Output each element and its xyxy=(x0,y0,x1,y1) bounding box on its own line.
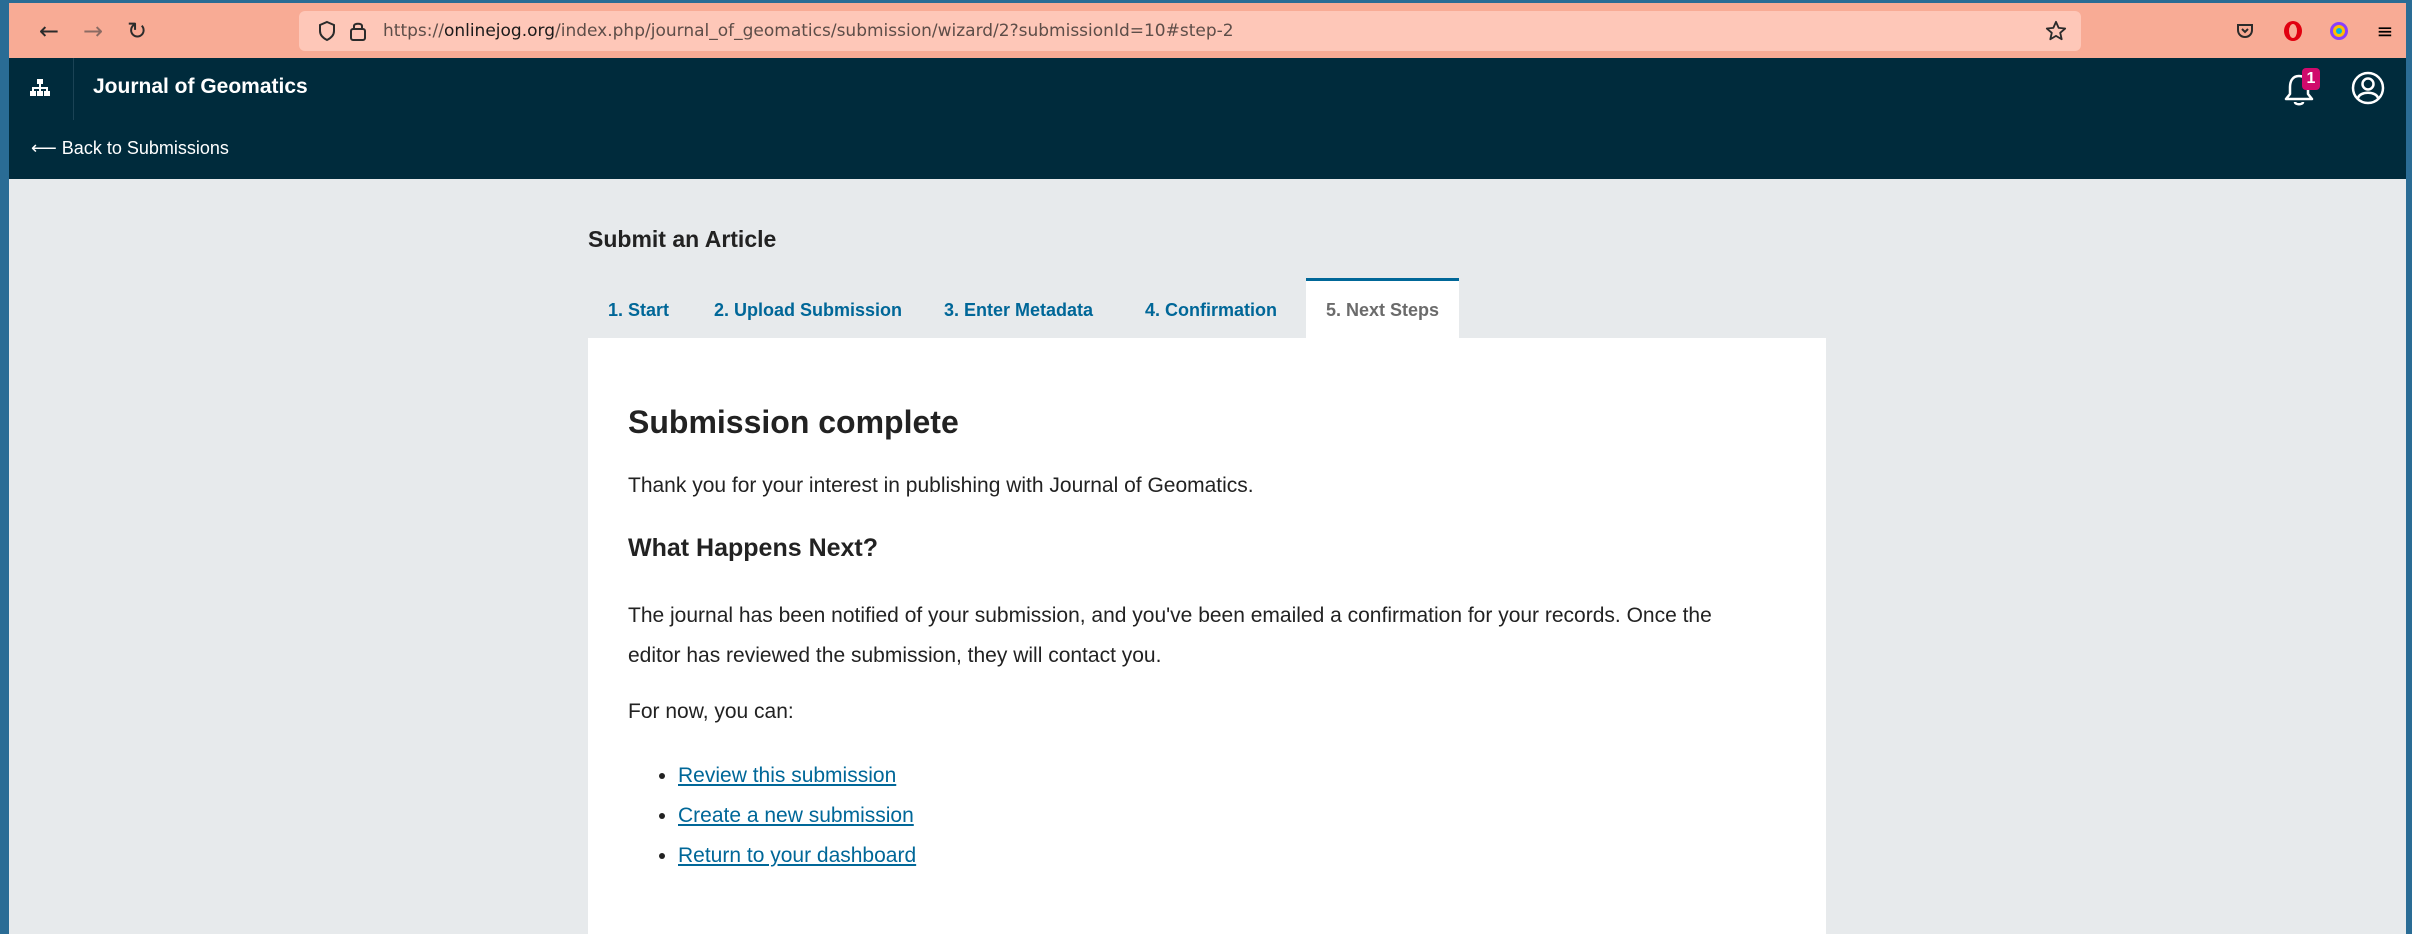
journal-title[interactable]: Journal of Geomatics xyxy=(93,75,308,99)
shield-icon[interactable] xyxy=(317,11,337,51)
browser-toolbar: ← → ↻ https://onlinejog.org/index.php/jo… xyxy=(9,0,2406,58)
user-icon xyxy=(2351,71,2385,105)
page-title: Submit an Article xyxy=(588,226,777,252)
forward-arrow-icon[interactable]: → xyxy=(75,13,111,49)
tab-upload-submission[interactable]: 2. Upload Submission xyxy=(694,278,922,338)
notified-line-2: editor has reviewed the submission, they… xyxy=(628,644,1162,667)
url-prefix: https:// xyxy=(383,21,444,41)
back-to-submissions-link[interactable]: ⟵ Back to Submissions xyxy=(31,138,229,159)
tab-next-steps[interactable]: 5. Next Steps xyxy=(1306,278,1460,338)
what-happens-next-heading: What Happens Next? xyxy=(628,534,879,562)
pocket-icon[interactable] xyxy=(2229,13,2261,49)
url-text[interactable]: https://onlinejog.org/index.php/journal_… xyxy=(383,11,1234,51)
color-icon[interactable] xyxy=(2323,13,2355,49)
for-now-text: For now, you can: xyxy=(628,700,794,723)
user-profile-button[interactable] xyxy=(2350,70,2390,110)
reload-icon[interactable]: ↻ xyxy=(119,13,155,49)
next-steps-list: Review this submission Create a new subm… xyxy=(628,756,916,876)
list-item: Review this submission xyxy=(678,756,916,796)
sitemap-icon[interactable] xyxy=(9,58,74,120)
notified-text: The journal has been notified of your su… xyxy=(628,596,1778,676)
menu-icon[interactable]: ≡ xyxy=(2369,13,2401,49)
list-item: Return to your dashboard xyxy=(678,836,916,876)
create-new-submission-link[interactable]: Create a new submission xyxy=(678,804,914,827)
address-bar[interactable]: https://onlinejog.org/index.php/journal_… xyxy=(299,11,2081,51)
tab-start[interactable]: 1. Start xyxy=(588,278,689,338)
thank-you-text: Thank you for your interest in publishin… xyxy=(628,474,1254,497)
submission-complete-heading: Submission complete xyxy=(628,404,959,440)
list-item: Create a new submission xyxy=(678,796,916,836)
tab-confirmation[interactable]: 4. Confirmation xyxy=(1125,278,1297,338)
opera-icon[interactable] xyxy=(2277,13,2309,49)
url-domain: onlinejog.org xyxy=(443,21,555,41)
notification-count-badge: 1 xyxy=(2302,68,2320,90)
lock-icon[interactable] xyxy=(349,11,367,51)
tab-enter-metadata[interactable]: 3. Enter Metadata xyxy=(924,278,1113,338)
return-to-dashboard-link[interactable]: Return to your dashboard xyxy=(678,844,916,867)
notified-line-1: The journal has been notified of your su… xyxy=(628,604,1712,627)
review-submission-link[interactable]: Review this submission xyxy=(678,764,896,787)
url-path: /index.php/journal_of_geomatics/submissi… xyxy=(555,21,1234,41)
star-icon[interactable] xyxy=(2045,11,2067,51)
app-header: Journal of Geomatics ⟵ Back to Submissio… xyxy=(9,58,2406,179)
notifications-button[interactable]: 1 xyxy=(2280,68,2320,110)
back-arrow-icon[interactable]: ← xyxy=(31,13,67,49)
content-panel: Submission complete Thank you for your i… xyxy=(588,338,1826,934)
